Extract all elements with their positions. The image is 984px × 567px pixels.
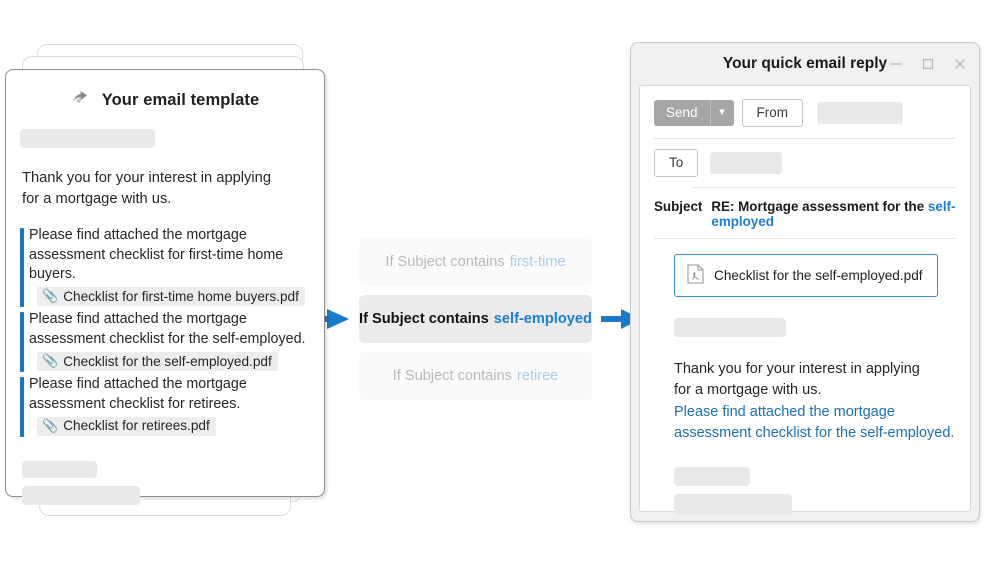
maximize-icon[interactable]: [917, 53, 939, 75]
condition-prefix: If Subject contains: [359, 311, 489, 327]
template-block-text: Please find attached the mortgage assess…: [29, 226, 284, 283]
diagram-canvas: Your email template Thank you for your i…: [0, 0, 984, 567]
template-block[interactable]: Please find attached the mortgage assess…: [20, 310, 324, 374]
template-block-text: Please find attached the mortgage assess…: [29, 311, 306, 348]
template-block-list: Please find attached the mortgage assess…: [20, 226, 324, 439]
reply-body-text[interactable]: Thank you for your interest in applying …: [674, 359, 970, 444]
window-title: Your quick email reply: [722, 55, 888, 72]
subject-label: Subject: [654, 199, 703, 214]
to-value-placeholder[interactable]: [710, 152, 783, 174]
window-titlebar: Your quick email reply: [631, 43, 979, 85]
reply-attachment-name: Checklist for the self-employed.pdf: [714, 268, 923, 283]
template-signature-placeholder-2: [22, 485, 140, 505]
condition-prefix: If Subject contains: [392, 368, 512, 384]
window-controls: [885, 43, 971, 85]
condition-row-first-time[interactable]: If Subject contains first-time: [359, 238, 592, 286]
minimize-icon[interactable]: [885, 53, 907, 75]
condition-keyword: self-employed: [493, 311, 592, 327]
subject-value: RE: Mortgage assessment for the: [711, 199, 925, 214]
template-subject-placeholder: [20, 129, 155, 148]
send-split-button[interactable]: Send ▾: [654, 100, 734, 126]
compose-to-row: To: [640, 139, 970, 177]
pdf-file-icon: [687, 264, 704, 287]
reply-greeting-placeholder: [674, 318, 786, 337]
template-signature-placeholder-1: [22, 460, 97, 478]
email-template-card[interactable]: Your email template Thank you for your i…: [5, 69, 325, 505]
template-block[interactable]: Please find attached the mortgage assess…: [20, 226, 324, 310]
reply-body-highlight-line-2: assessment checklist for the self-employ…: [674, 424, 955, 441]
template-attachment-name: Checklist for first-time home buyers.pdf: [63, 288, 299, 304]
template-attachment-name: Checklist for retirees.pdf: [63, 418, 210, 434]
condition-row-self-employed[interactable]: If Subject contains self-employed: [359, 295, 592, 343]
paperclip-icon: 📎: [42, 288, 59, 304]
template-attachment-chip[interactable]: 📎 Checklist for retirees.pdf: [37, 416, 216, 436]
paperclip-icon: 📎: [42, 417, 59, 433]
template-attachment-name: Checklist for the self-employed.pdf: [63, 353, 272, 369]
from-button[interactable]: From: [741, 99, 804, 127]
subject-value-wrap: RE: Mortgage assessment for the self-emp…: [711, 199, 970, 229]
condition-keyword: first-time: [509, 254, 566, 270]
template-intro-text: Thank you for your interest in applying …: [22, 168, 324, 210]
condition-row-retiree[interactable]: If Subject contains retiree: [359, 352, 592, 400]
reply-body-highlight-line-1: Please find attached the mortgage: [674, 403, 895, 420]
template-block[interactable]: Please find attached the mortgage assess…: [20, 375, 324, 439]
subject-row[interactable]: Subject RE: Mortgage assessment for the …: [640, 188, 970, 229]
template-title: Your email template: [101, 90, 260, 109]
condition-keyword: retiree: [516, 368, 559, 384]
template-intro-line-2: for a mortgage with us.: [22, 190, 172, 207]
reply-body-line-2: for a mortgage with us.: [674, 382, 822, 399]
close-icon[interactable]: [949, 53, 971, 75]
divider: [654, 238, 956, 239]
reply-body-line-1: Thank you for your interest in applying: [674, 361, 920, 377]
reply-arrow-icon: [71, 89, 93, 111]
paperclip-icon: 📎: [42, 353, 59, 369]
chevron-down-icon[interactable]: ▾: [709, 100, 734, 126]
reply-signature-placeholder-2: [674, 494, 792, 516]
window-body: Send ▾ From To Subject RE: Mortgage asse…: [639, 85, 971, 516]
template-intro-line-1: Thank you for your interest in applying: [22, 170, 272, 186]
reply-signature-placeholder-1: [674, 467, 750, 487]
condition-prefix: If Subject contains: [385, 254, 505, 270]
from-value-placeholder[interactable]: [817, 102, 904, 124]
template-title-row: Your email template: [6, 89, 324, 111]
compose-toolbar-row: Send ▾ From: [640, 86, 970, 127]
template-attachment-chip[interactable]: 📎 Checklist for first-time home buyers.p…: [37, 287, 305, 307]
reply-attachment-chip[interactable]: Checklist for the self-employed.pdf: [674, 254, 938, 297]
to-button[interactable]: To: [654, 149, 699, 177]
send-button[interactable]: Send: [654, 100, 710, 126]
quick-email-reply-window[interactable]: Your quick email reply Send ▾ From To Su…: [630, 42, 980, 522]
template-attachment-chip[interactable]: 📎 Checklist for the self-employed.pdf: [37, 352, 278, 372]
template-block-text: Please find attached the mortgage assess…: [29, 376, 247, 412]
